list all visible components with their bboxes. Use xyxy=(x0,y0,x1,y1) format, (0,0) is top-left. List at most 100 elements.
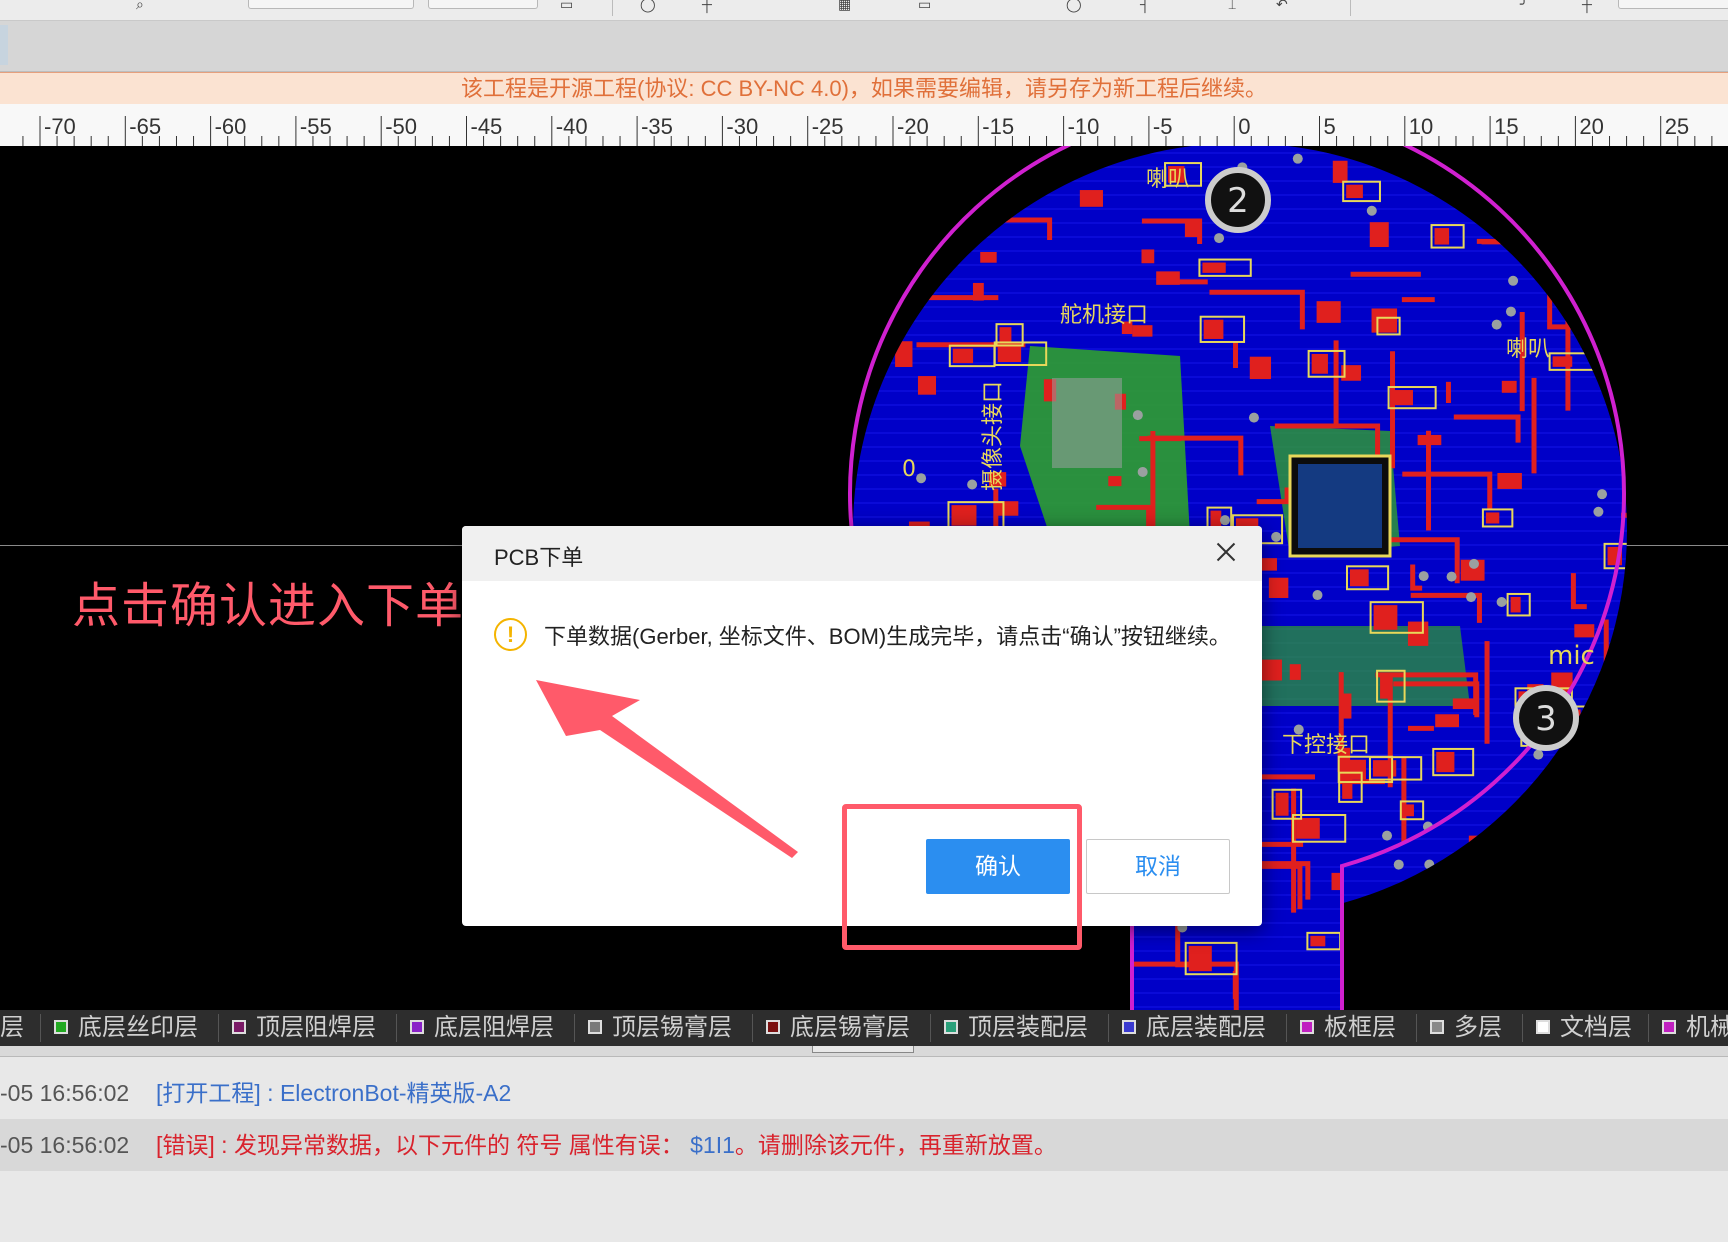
layer-item[interactable]: 机械 xyxy=(1662,1010,1728,1046)
document-tab-bar xyxy=(0,21,1728,72)
layer-item[interactable]: 板框层 xyxy=(1300,1010,1396,1046)
layer-label: 层 xyxy=(0,1014,24,1041)
dialog-message: 下单数据(Gerber, 坐标文件、BOM)生成完毕，请点击“确认”按钮继续。 xyxy=(544,624,1231,649)
log-message[interactable]: [错误] : 发现异常数据，以下元件的 符号 属性有误： $1I1。请删除该元件… xyxy=(156,1119,1057,1171)
silk-label-zero: 0 xyxy=(902,457,916,482)
text-cursor-icon[interactable]: ⌶ xyxy=(1228,0,1236,13)
ruler-tick-label: -25 xyxy=(812,114,844,139)
layer-label: 板框层 xyxy=(1324,1014,1396,1041)
cancel-button[interactable]: 取消 xyxy=(1086,839,1230,894)
layer-label: 顶层装配层 xyxy=(968,1014,1088,1041)
layer-separator xyxy=(1522,1014,1523,1042)
toolbar-dropdown-1[interactable] xyxy=(248,0,414,9)
layer-item[interactable]: 文档层 xyxy=(1536,1010,1632,1046)
dialog-title-bar: PCB下单 xyxy=(462,526,1262,581)
silk-label-lower-port: 下控接口 xyxy=(1282,733,1370,758)
ruler-tick-label: -55 xyxy=(300,114,332,139)
save-icon[interactable]: ▭ xyxy=(560,0,573,13)
toolbar-dropdown-3[interactable] xyxy=(1618,0,1728,9)
ruler-tick-label: -20 xyxy=(897,114,929,139)
layer-label: 底层丝印层 xyxy=(78,1014,198,1041)
svg-text:2: 2 xyxy=(1227,181,1249,221)
ruler-tick-label: -70 xyxy=(44,114,76,139)
log-row: -05 16:56:02 [打开工程] : ElectronBot-精英版-A2 xyxy=(0,1067,1728,1119)
warning-icon: ! xyxy=(494,618,527,651)
crosshair-icon[interactable]: ┼ xyxy=(702,0,712,12)
layer-item[interactable]: 层 xyxy=(0,1010,24,1046)
svg-text:3: 3 xyxy=(1535,699,1557,739)
layer-label: 底层装配层 xyxy=(1146,1014,1266,1041)
marker-2: 2 xyxy=(1205,167,1271,233)
layer-swatch-icon[interactable] xyxy=(588,1020,602,1035)
top-toolbar: ⌕ ▭ ◯ ┼ ▦ ▭ ◯ ┤ ⌶ ↶ ╯ ┼ xyxy=(0,0,1728,21)
layer-swatch-icon[interactable] xyxy=(1662,1020,1676,1035)
component-ref-link[interactable]: $1I1 xyxy=(690,1132,735,1158)
ruler-tick-label: 5 xyxy=(1324,114,1336,139)
layer-swatch-icon[interactable] xyxy=(766,1020,780,1035)
layer-swatch-icon[interactable] xyxy=(1122,1020,1136,1035)
box-icon[interactable]: ▭ xyxy=(918,0,931,13)
ruler-tick-label: -45 xyxy=(471,114,503,139)
ruler-tick-label: 15 xyxy=(1494,114,1518,139)
splitter-handle[interactable] xyxy=(812,1046,914,1053)
panel-splitter[interactable] xyxy=(0,1046,1728,1057)
tab-indicator[interactable] xyxy=(0,25,8,65)
highlight-box xyxy=(842,804,1082,950)
log-panel: -05 16:56:02 [打开工程] : ElectronBot-精英版-A2… xyxy=(0,1057,1728,1242)
layer-label: 底层锡膏层 xyxy=(790,1014,910,1041)
log-message[interactable]: [打开工程] : ElectronBot-精英版-A2 xyxy=(156,1067,511,1119)
circle-icon[interactable]: ◯ xyxy=(1066,0,1082,13)
layer-label: 文档层 xyxy=(1560,1014,1632,1041)
layer-label: 底层阻焊层 xyxy=(434,1014,554,1041)
log-row: -05 16:56:02 [错误] : 发现异常数据，以下元件的 符号 属性有误… xyxy=(0,1119,1728,1171)
layer-separator xyxy=(218,1014,219,1042)
ruler-tick-label: -60 xyxy=(215,114,247,139)
layer-item[interactable]: 多层 xyxy=(1430,1010,1502,1046)
ruler-tick-label: -65 xyxy=(129,114,161,139)
layer-item[interactable]: 顶层锡膏层 xyxy=(588,1010,732,1046)
layer-item[interactable]: 底层锡膏层 xyxy=(766,1010,910,1046)
ruler-tick-label: 10 xyxy=(1409,114,1433,139)
layer-bar: 层 底层丝印层 顶层阻焊层 底层阻焊层 顶层锡膏层 底层锡膏层 顶层装配层 底层装配层 板框层 多… xyxy=(0,1010,1728,1046)
layer-swatch-icon[interactable] xyxy=(1430,1020,1444,1035)
layer-item[interactable]: 顶层装配层 xyxy=(944,1010,1088,1046)
undo-icon[interactable]: ↶ xyxy=(1276,0,1288,13)
layer-swatch-icon[interactable] xyxy=(944,1020,958,1035)
redo-icon[interactable]: ┼ xyxy=(1582,0,1592,12)
measure-icon[interactable]: ┤ xyxy=(1140,0,1150,12)
pin-icon[interactable]: ╯ xyxy=(1520,0,1528,13)
layer-label: 多层 xyxy=(1454,1014,1502,1041)
silk-label-speaker-right: 喇叭 xyxy=(1506,337,1550,362)
layer-label: 机械 xyxy=(1686,1014,1728,1041)
ruler-scale: -70 -65 -60 -55 -50 -45 -40 -35 -30 -25 -20 -15 -10-… xyxy=(22,114,1713,146)
layer-item[interactable]: 底层阻焊层 xyxy=(410,1010,554,1046)
ruler-tick-label: -10 xyxy=(1068,114,1100,139)
layer-swatch-icon[interactable] xyxy=(1536,1020,1550,1035)
layer-swatch-icon[interactable] xyxy=(54,1020,68,1035)
layer-item[interactable]: 底层丝印层 xyxy=(54,1010,198,1046)
ruler-tick-label: 20 xyxy=(1579,114,1603,139)
toolbar-separator xyxy=(612,0,613,16)
layer-swatch-icon[interactable] xyxy=(1300,1020,1314,1035)
toolbar-dropdown-2[interactable] xyxy=(428,0,538,9)
ruler-tick-label: -40 xyxy=(556,114,588,139)
layer-swatch-icon[interactable] xyxy=(232,1020,246,1035)
dialog-title: PCB下单 xyxy=(494,545,584,570)
search-icon[interactable]: ⌕ xyxy=(136,0,144,13)
ruler-tick-label: -15 xyxy=(982,114,1014,139)
layer-item[interactable]: 底层装配层 xyxy=(1122,1010,1266,1046)
layer-label: 顶层阻焊层 xyxy=(256,1014,376,1041)
ruler-tick-label: -50 xyxy=(385,114,417,139)
open-source-notice: 该工程是开源工程(协议: CC BY-NC 4.0)，如果需要编辑，请另存为新工… xyxy=(0,72,1728,105)
chip-icon[interactable]: ▦ xyxy=(838,0,851,13)
close-icon[interactable] xyxy=(1212,538,1240,566)
layer-separator xyxy=(574,1014,575,1042)
silk-label-speaker-top: 喇叭 xyxy=(1146,167,1190,192)
layer-swatch-icon[interactable] xyxy=(410,1020,424,1035)
layer-item[interactable]: 顶层阻焊层 xyxy=(232,1010,376,1046)
circle-icon[interactable]: ◯ xyxy=(640,0,656,13)
layer-separator xyxy=(1648,1014,1649,1042)
layer-separator xyxy=(752,1014,753,1042)
log-time: -05 16:56:02 xyxy=(0,1080,130,1106)
silk-label-mic: mic xyxy=(1548,641,1595,671)
